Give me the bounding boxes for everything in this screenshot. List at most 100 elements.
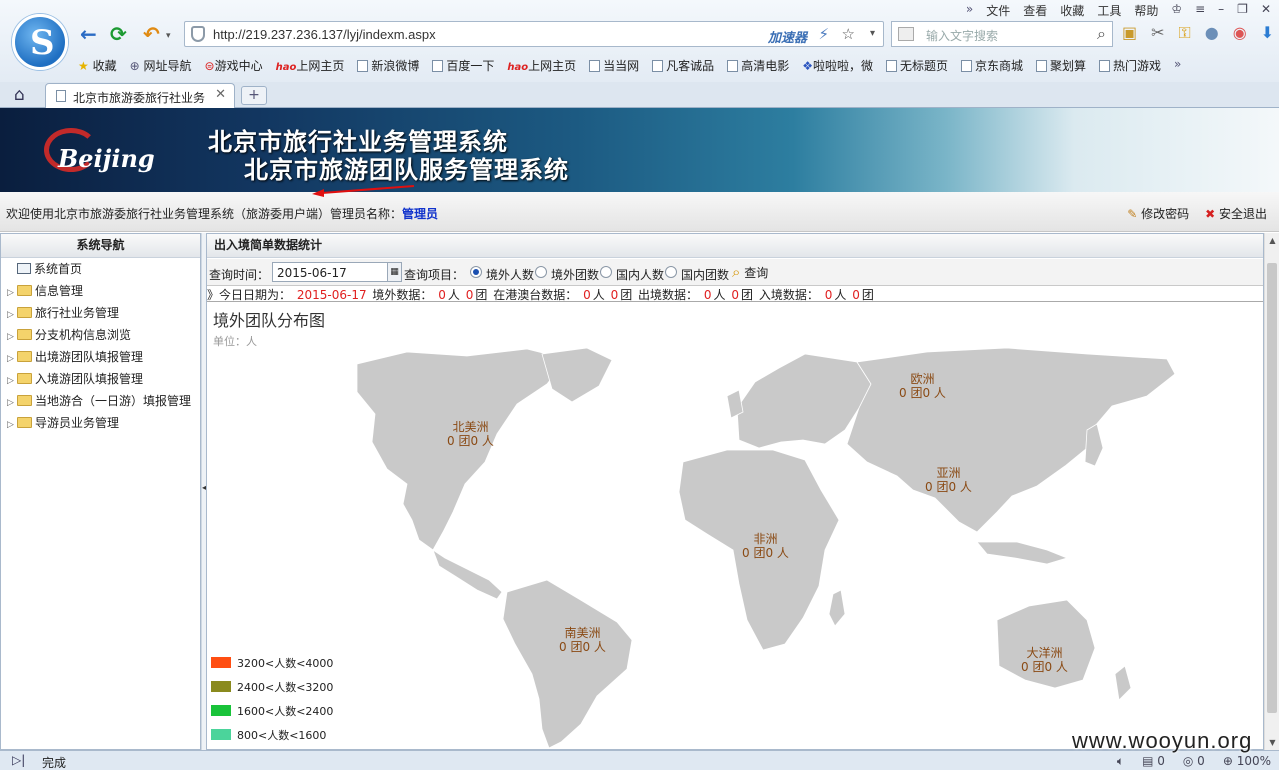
bookmark-baidu[interactable]: 百度一下 <box>432 57 494 74</box>
user-icon[interactable]: ◉ <box>1233 23 1247 43</box>
scroll-down-icon[interactable]: ▼ <box>1265 735 1279 750</box>
undo-dropdown-icon[interactable]: ▾ <box>166 31 171 41</box>
change-password-link[interactable]: ✎ 修改密码 <box>1127 205 1189 222</box>
sidebar-item-inbound[interactable]: ▷ 入境游团队填报管理 <box>1 368 200 390</box>
radio-domestic-people[interactable] <box>600 266 612 278</box>
bookmark-juhuasuan[interactable]: 聚划算 <box>1036 57 1086 74</box>
sidebar-item-home[interactable]: 系统首页 <box>1 258 200 280</box>
menu-tools[interactable]: 工具 <box>1097 2 1121 19</box>
scroll-up-icon[interactable]: ▲ <box>1265 233 1279 248</box>
pencil-icon: ✎ <box>1127 207 1138 221</box>
bookmark-favorites[interactable]: ★ 收藏 <box>78 57 117 74</box>
menu-overflow-icon[interactable]: » <box>966 2 973 19</box>
accelerator-link[interactable]: 加速器 <box>768 27 807 46</box>
bookmark-hao-home-2[interactable]: hao上网主页 <box>507 57 576 74</box>
welcome-bar: 欢迎使用北京市旅游委旅行社业务管理系统（旅游委用户端）管理员名称：管理员 ✎ 修… <box>0 192 1279 232</box>
bookmark-games[interactable]: ⊜游戏中心 <box>205 57 263 74</box>
bookmark-weibo[interactable]: 新浪微博 <box>357 57 419 74</box>
status-play-icon[interactable]: ▷| <box>12 753 25 767</box>
folder-icon <box>17 395 32 406</box>
bookmark-vancl[interactable]: 凡客诚品 <box>652 57 714 74</box>
status-count-1[interactable]: ▤ 0 <box>1142 754 1165 769</box>
star-icon[interactable]: ☆ <box>842 25 855 43</box>
menu-view[interactable]: 查看 <box>1023 2 1047 19</box>
calendar-icon[interactable]: ▦ <box>387 262 402 282</box>
option-domestic-people[interactable]: 国内人数 <box>616 266 664 283</box>
bookmark-nav[interactable]: ⊕ 网址导航 <box>130 57 192 74</box>
bookmark-movies[interactable]: 高清电影 <box>727 57 789 74</box>
inbound-people: 0 <box>824 288 833 302</box>
world-map <box>356 347 1176 749</box>
sidebar-item-branch[interactable]: ▷ 分支机构信息浏览 <box>1 324 200 346</box>
menu-icon[interactable]: ≡ <box>1195 2 1205 19</box>
sidebar-item-guide[interactable]: ▷ 导游员业务管理 <box>1 412 200 434</box>
page-icon <box>652 60 664 72</box>
speaker-icon[interactable]: 🔈︎ <box>1117 754 1124 769</box>
menu-help[interactable]: 帮助 <box>1134 2 1158 19</box>
browser-logo-icon[interactable]: S <box>12 14 68 70</box>
lightning-icon[interactable]: ⚡ <box>818 25 829 43</box>
bookmark-dangdang[interactable]: 当当网 <box>589 57 639 74</box>
menu-favorites[interactable]: 收藏 <box>1060 2 1084 19</box>
undo-icon[interactable]: ↶ <box>143 22 160 46</box>
radio-overseas-groups[interactable] <box>535 266 547 278</box>
refresh-icon[interactable]: ⟳ <box>110 22 127 46</box>
zoom-level[interactable]: ⊕ 100% <box>1223 754 1271 769</box>
chat-icon[interactable]: ● <box>1205 23 1219 43</box>
island-madagascar <box>828 589 846 627</box>
close-window-icon[interactable]: ✕ <box>1261 2 1271 19</box>
sidebar-item-agency[interactable]: ▷ 旅行社业务管理 <box>1 302 200 324</box>
option-overseas-groups[interactable]: 境外团数 <box>551 266 599 283</box>
search-engine-icon[interactable] <box>898 27 914 41</box>
expand-icon[interactable]: ▷ <box>7 326 17 348</box>
home-page-icon <box>17 263 31 274</box>
vertical-scrollbar[interactable]: ▲ ▼ <box>1264 233 1279 750</box>
scissors-icon[interactable]: ✂ <box>1151 23 1164 43</box>
query-button[interactable]: ⌕ 查询 <box>732 263 768 281</box>
bookmarks-overflow-icon[interactable]: » <box>1174 57 1181 74</box>
minimize-icon[interactable]: – <box>1218 2 1224 19</box>
search-box[interactable]: 输入文字搜索 ⌕ <box>891 21 1113 47</box>
option-overseas-people[interactable]: 境外人数 <box>486 266 534 283</box>
sidebar-item-local-tour[interactable]: ▷ 当地游合（一日游）填报管理 <box>1 390 200 412</box>
back-arrow-icon[interactable]: ← <box>80 22 97 46</box>
option-domestic-groups[interactable]: 国内团数 <box>681 266 729 283</box>
query-date-field[interactable]: 2015-06-17 ▦ <box>272 262 402 282</box>
status-count-2[interactable]: ◎ 0 <box>1183 754 1205 769</box>
address-url[interactable]: http://219.237.236.137/lyj/indexm.aspx <box>213 27 436 42</box>
expand-icon[interactable]: ▷ <box>7 414 17 436</box>
home-icon[interactable]: ⌂ <box>14 85 25 105</box>
expand-icon[interactable]: ▷ <box>7 304 17 326</box>
query-item-label: 查询项目： <box>404 268 465 282</box>
maximize-icon[interactable]: ❐ <box>1237 2 1248 19</box>
close-tab-icon[interactable]: ✕ <box>215 87 226 102</box>
menu-file[interactable]: 文件 <box>986 2 1010 19</box>
browser-tab-active[interactable]: 北京市旅游委旅行社业务 ✕ <box>45 83 235 108</box>
query-date-value[interactable]: 2015-06-17 <box>277 266 347 280</box>
expand-icon[interactable]: ▷ <box>7 370 17 392</box>
radio-domestic-groups[interactable] <box>665 266 677 278</box>
scroll-thumb[interactable] <box>1267 263 1277 713</box>
expand-icon[interactable]: ▷ <box>7 348 17 370</box>
skin-icon[interactable]: ♔ <box>1171 2 1182 19</box>
radio-overseas-people[interactable] <box>470 266 482 278</box>
address-dropdown-icon[interactable]: ▾ <box>870 28 875 39</box>
bookmark-jd[interactable]: 京东商城 <box>961 57 1023 74</box>
bookmark-hao-home[interactable]: hao上网主页 <box>276 57 345 74</box>
search-placeholder[interactable]: 输入文字搜索 <box>926 27 998 44</box>
bookmark-hot-games[interactable]: 热门游戏 <box>1099 57 1161 74</box>
address-bar[interactable]: http://219.237.236.137/lyj/indexm.aspx 加… <box>184 21 884 47</box>
search-icon[interactable]: ⌕ <box>1097 24 1106 44</box>
new-tab-button[interactable]: + <box>241 86 267 105</box>
expand-icon[interactable]: ▷ <box>7 392 17 414</box>
bookmark-untitled[interactable]: 无标题页 <box>885 57 948 74</box>
sidebar-item-info[interactable]: ▷ 信息管理 <box>1 280 200 302</box>
download-icon[interactable]: ⬇ <box>1261 23 1274 43</box>
bookmark-manager-icon[interactable]: ▣ <box>1122 23 1137 43</box>
expand-icon[interactable]: ▷ <box>7 282 17 304</box>
key-icon[interactable]: ⚿ <box>1179 23 1191 43</box>
sidebar-item-outbound[interactable]: ▷ 出境游团队填报管理 <box>1 346 200 368</box>
admin-name: 管理员 <box>402 207 439 221</box>
bookmark-lalala[interactable]: ❖啦啦啦，微 <box>802 57 873 74</box>
logout-link[interactable]: ✖ 安全退出 <box>1205 205 1267 222</box>
